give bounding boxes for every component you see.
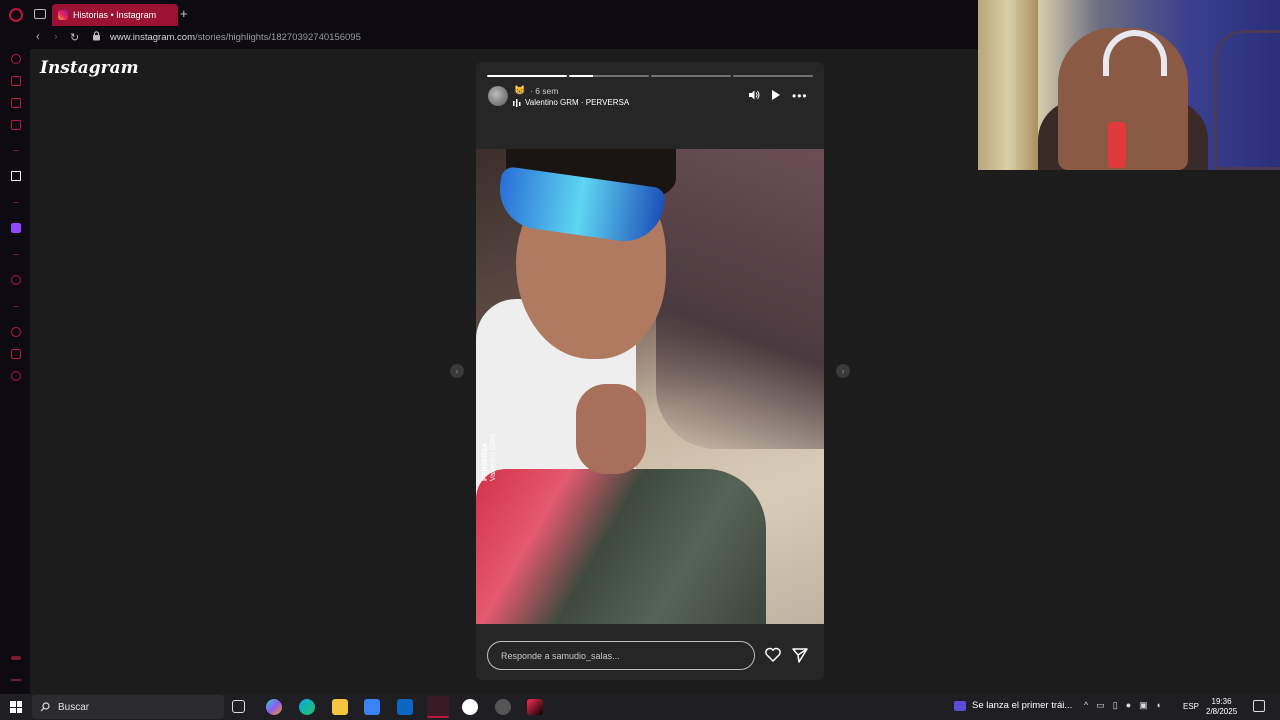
sidebar-divider [13,306,19,307]
windows-start-icon[interactable] [10,701,22,713]
sidebar-extensions-icon[interactable] [11,349,21,359]
webcam-microphone [1108,122,1126,168]
sidebar-player-icon[interactable] [11,275,21,285]
instagram-logo[interactable]: Instagram [40,58,139,78]
tray-chevron-icon[interactable]: ^ [1084,700,1088,711]
webcam-overlay [978,0,1280,170]
url-field[interactable]: www.instagram.com/stories/highlights/182… [110,32,361,43]
url-host: www.instagram.com [110,32,195,43]
browser-tab-instagram[interactable]: Historias • Instagram [52,4,178,26]
clock-time: 19:36 [1211,697,1232,706]
audio-bars-icon [513,98,521,107]
sidebar-more-icon[interactable] [11,679,21,681]
send-icon[interactable] [791,646,809,664]
clock-date: 2/8/2025 [1206,707,1238,716]
story-progress-segment [569,75,649,77]
sidebar-history-icon[interactable] [11,327,21,337]
sidebar-divider [13,202,19,203]
new-tab-button[interactable]: + [180,6,188,21]
photo-hand [576,384,646,474]
story-music-sticker: PERVERSA Valentino GRM [482,434,498,481]
avatar[interactable] [488,86,508,106]
url-path: /stories/highlights/18270392740156095 [195,32,361,43]
tray-display-icon[interactable]: ▣ [1139,700,1148,711]
tray-mic-icon[interactable]: ● [1126,700,1131,711]
photo-shorts [476,469,766,624]
sidebar-gx-icon[interactable] [11,656,21,660]
opera-logo-icon[interactable] [9,8,23,22]
webcam-bunk-bed [1214,30,1280,170]
previous-story-button[interactable]: ‹ [450,364,464,378]
sticker-song: PERVERSA [482,442,489,481]
search-label: Buscar [58,701,90,713]
outlook-icon[interactable] [397,699,413,715]
app-icon[interactable] [495,699,511,715]
reload-button[interactable]: ↻ [70,31,79,44]
sidebar-divider [13,150,19,151]
story-media-image[interactable]: PERVERSA Valentino GRM [476,149,824,624]
story-timestamp: · 6 sem [530,86,559,96]
sidebar-twitch-icon[interactable] [11,223,21,233]
opera-gx-taskbar-icon[interactable] [427,696,449,718]
story-progress-segment [651,75,731,77]
tray-volume-icon[interactable]: ◖ [1156,700,1161,711]
sidebar-divider [13,254,19,255]
music-label: Valentino GRM · PERVERSA [525,98,630,107]
language-indicator[interactable]: ESP [1183,702,1199,711]
tiktok-icon[interactable] [527,699,543,715]
story-emoji: 😸 [514,85,526,95]
tray-app-icon[interactable]: ▯ [1113,700,1118,711]
volume-icon[interactable] [748,89,760,101]
more-options-icon[interactable]: ••• [792,90,808,102]
story-progress-segment [733,75,813,77]
back-button[interactable]: ‹ [36,31,40,43]
play-icon[interactable] [771,89,781,101]
news-icon [954,700,966,711]
sidebar-settings-icon[interactable] [11,371,21,381]
story-music-link[interactable]: Valentino GRM · PERVERSA [513,98,629,107]
task-view-icon[interactable] [232,700,245,713]
sidebar-app-icon[interactable] [11,171,21,181]
taskbar-search-input[interactable]: Buscar [32,695,224,719]
story-progress-segment [487,75,567,77]
sidebar-mail-icon[interactable] [11,120,21,130]
store-icon[interactable] [364,699,380,715]
search-icon [40,702,50,712]
story-progress-bar [487,75,813,77]
news-headline: Se lanza el primer trái... [972,700,1073,711]
file-explorer-icon[interactable] [332,699,348,715]
github-icon[interactable] [462,699,478,715]
lock-icon[interactable] [92,31,101,41]
notifications-icon[interactable] [1253,700,1265,712]
sidebar-bag-icon[interactable] [11,76,21,86]
news-widget[interactable]: Se lanza el primer trái... [954,700,1072,711]
webcam-curtain [978,0,1038,170]
browser-sidebar [0,49,30,694]
sidebar-chat-icon[interactable] [11,98,21,108]
story-reply-input[interactable]: Responde a samudio_salas... [487,641,755,670]
forward-button[interactable]: › [54,31,58,43]
sidebar-aria-icon[interactable] [11,54,21,64]
next-story-button[interactable]: › [836,364,850,378]
taskbar-clock[interactable]: 19:36 2/8/2025 [1206,697,1237,717]
edge-icon[interactable] [299,699,315,715]
tab-manager-icon[interactable] [34,9,46,19]
sticker-artist: Valentino GRM [490,434,497,481]
photo-car-door [656,149,824,449]
tray-network-icon[interactable]: ▭ [1096,700,1105,711]
heart-icon[interactable] [764,646,782,664]
tab-title: Historias • Instagram [73,10,157,20]
system-tray: ^ ▭ ▯ ● ▣ ◖ [1084,700,1161,711]
copilot-icon[interactable] [266,699,282,715]
instagram-favicon-icon [58,10,68,20]
